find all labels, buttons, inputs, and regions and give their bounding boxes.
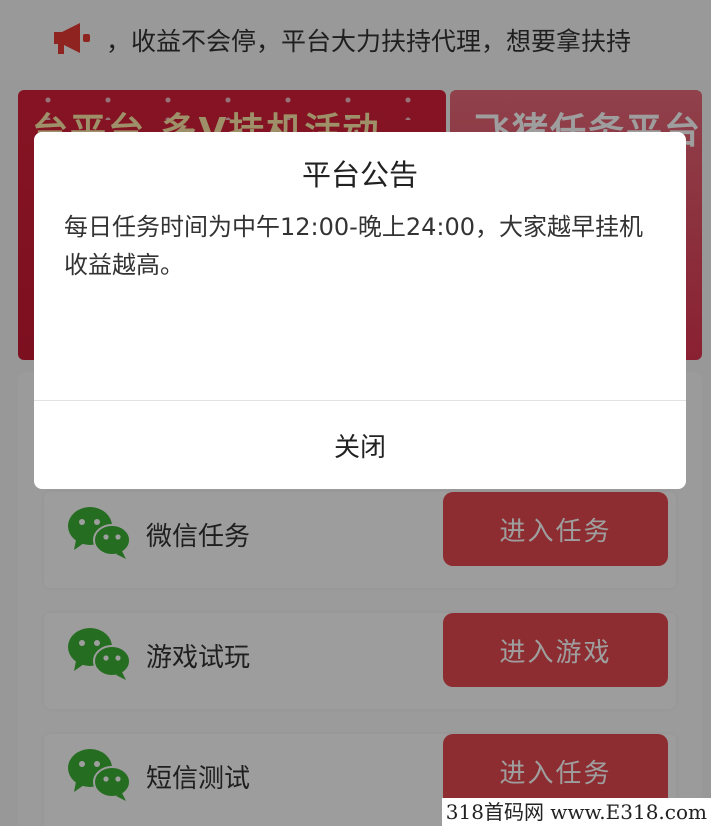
watermark: 318首码网 www.E318.com: [441, 798, 711, 826]
dialog-title: 平台公告: [301, 158, 418, 192]
announcement-dialog: 平台公告 每日任务时间为中午12:00-晚上24:00，大家越早挂机收益越高。 …: [34, 132, 686, 489]
dialog-body: 每日任务时间为中午12:00-晚上24:00，大家越早挂机收益越高。: [64, 213, 643, 279]
app-page: ，收益不会停，平台大力扶持代理，想要拿扶持 台平台 多V挂机活动 飞猪任务平台 …: [0, 0, 711, 826]
close-button[interactable]: 关闭: [34, 401, 686, 489]
